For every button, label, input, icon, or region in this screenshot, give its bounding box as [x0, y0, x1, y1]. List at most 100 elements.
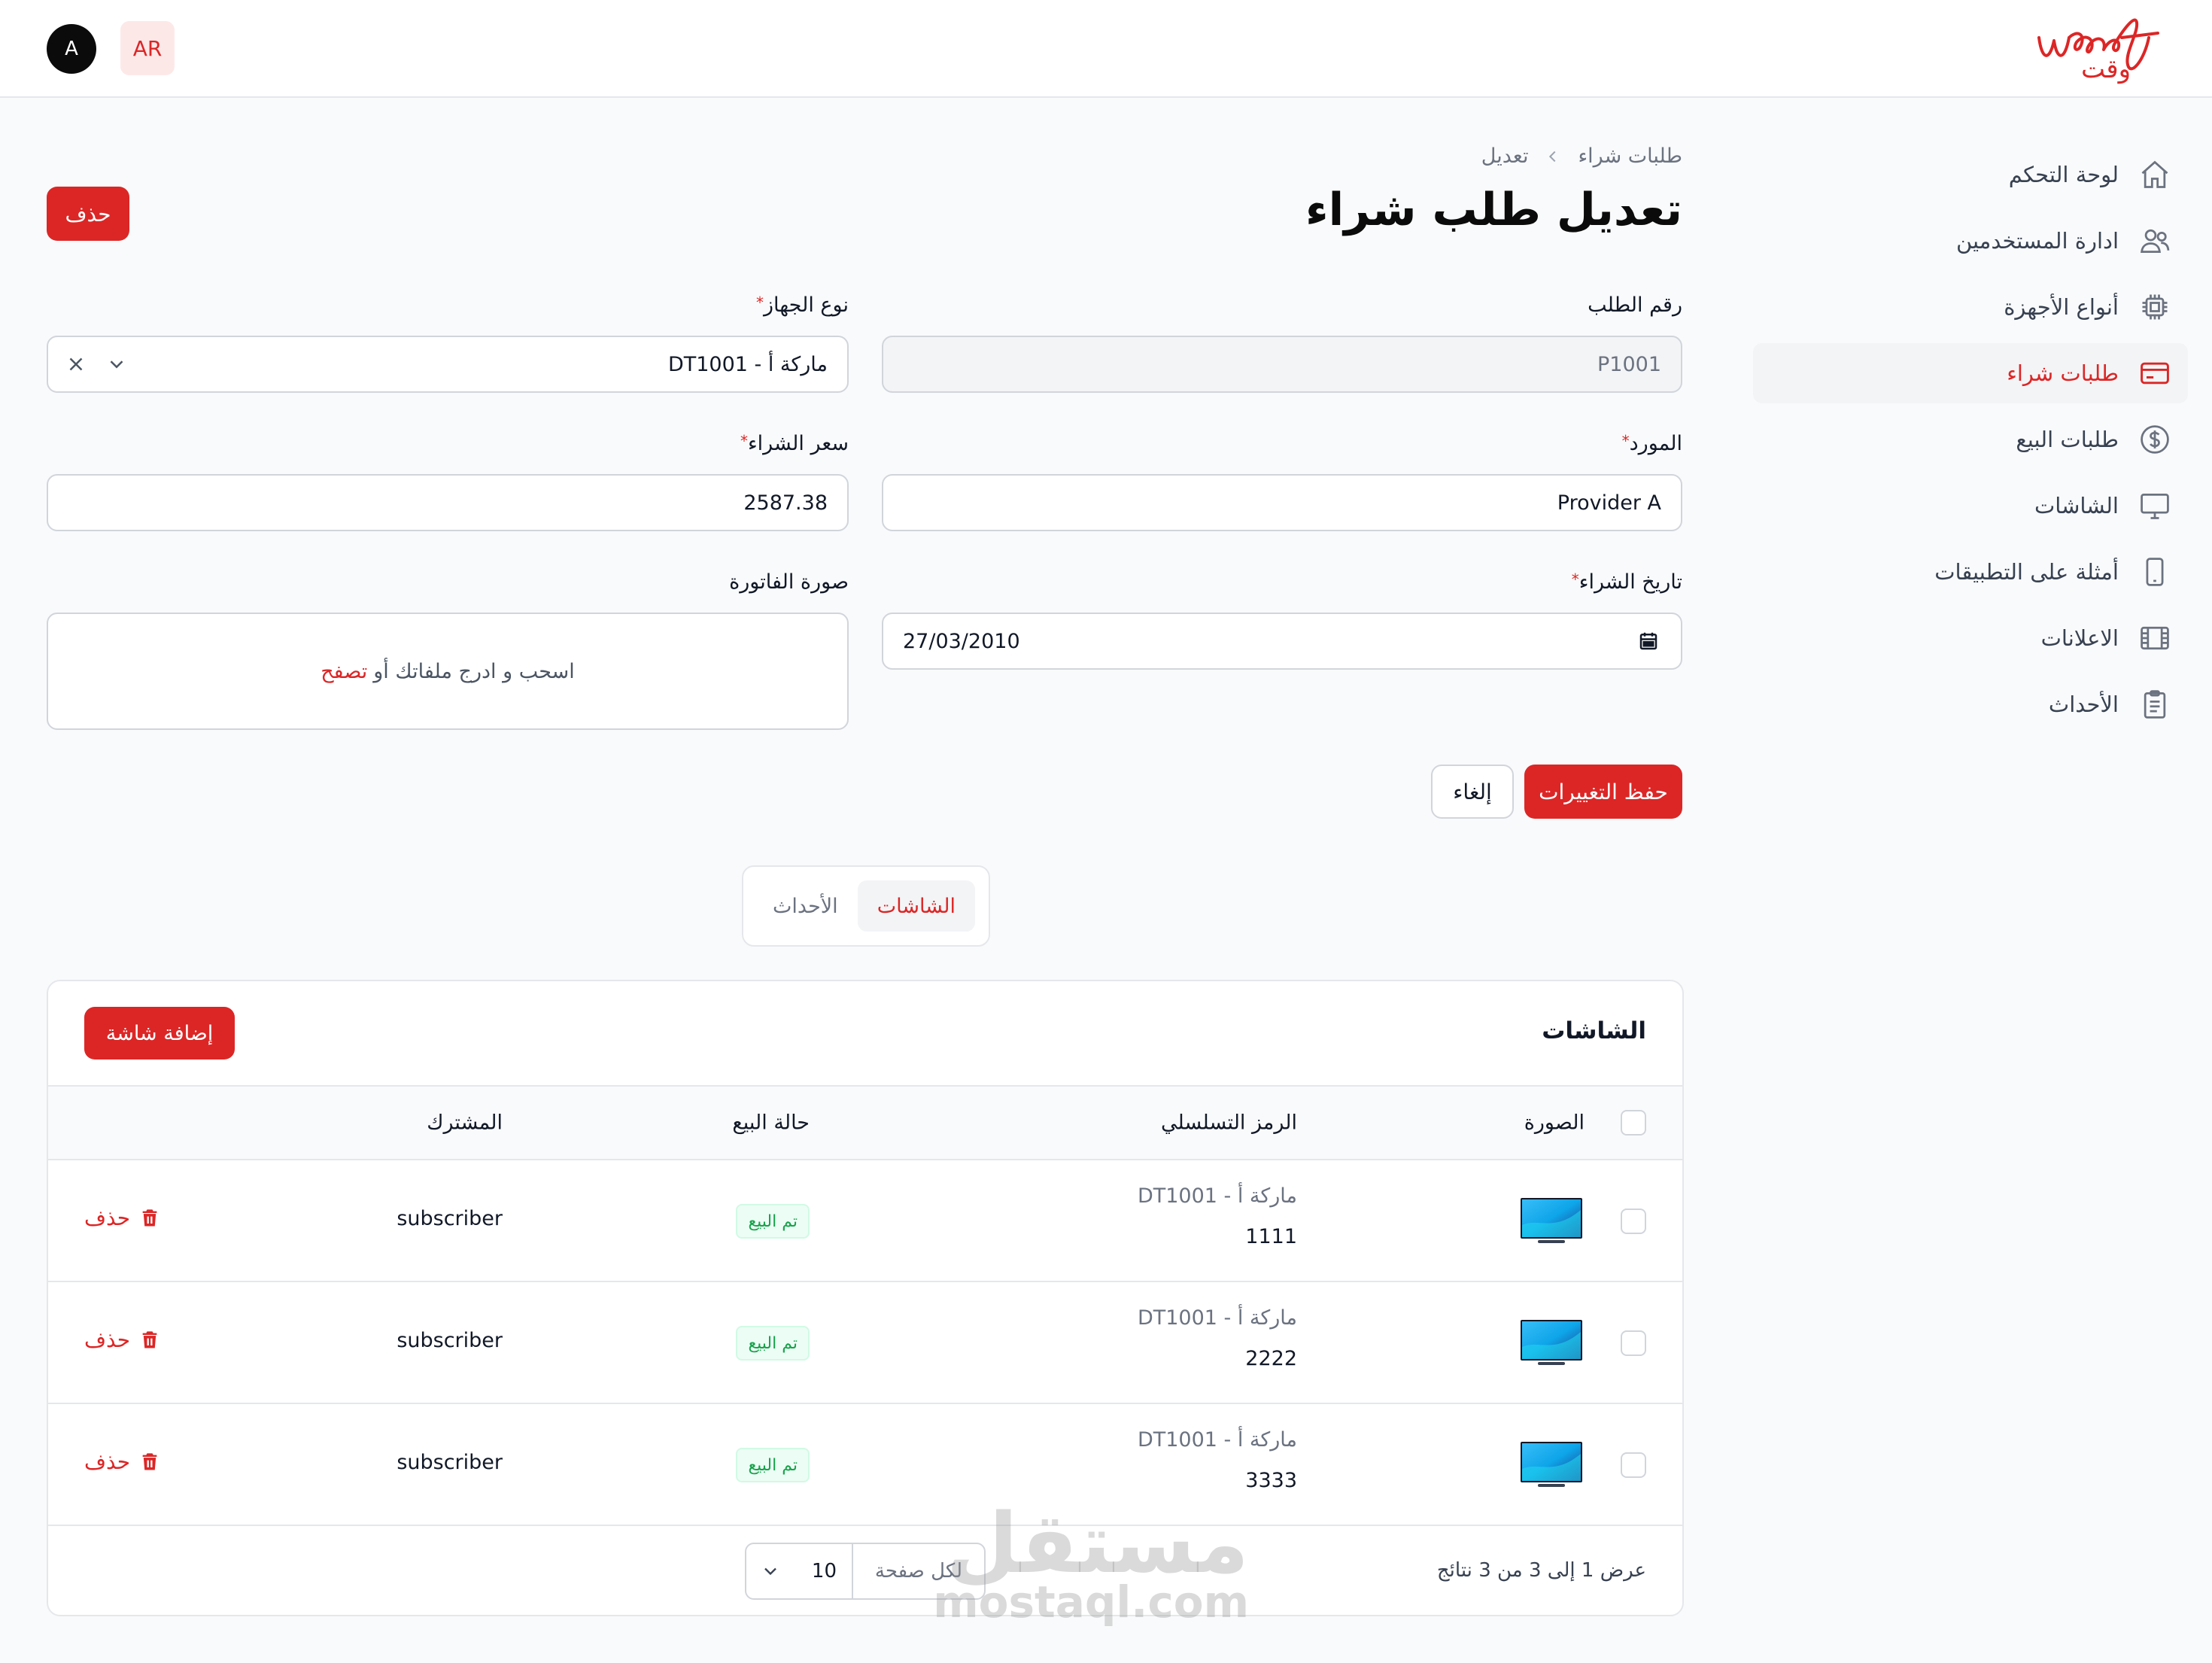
delete-order-button[interactable]: حذف: [47, 187, 129, 241]
row-delete-button[interactable]: حذف: [84, 1327, 160, 1352]
invoice-dropzone[interactable]: اسحب و ادرج ملفاتك أو تصفح: [47, 613, 849, 730]
column-subscriber: المشترك: [427, 1111, 503, 1135]
select-all-checkbox[interactable]: [1621, 1110, 1646, 1136]
sidebar-item-label: أمثلة على التطبيقات: [1934, 559, 2119, 585]
dropzone-text: اسحب و ادرج ملفاتك أو: [373, 659, 575, 683]
trash-icon: [142, 1452, 157, 1470]
film-icon: [2141, 626, 2169, 650]
device-type-label: نوع الجهاز*: [755, 293, 849, 317]
users-icon: [2141, 229, 2170, 254]
language-switch[interactable]: AR: [120, 21, 175, 75]
purchase-price-label: سعر الشراء*: [740, 432, 849, 455]
row-delete-button[interactable]: حذف: [84, 1449, 160, 1474]
credit-card-icon: [2141, 362, 2169, 385]
cancel-button[interactable]: إلغاء: [1431, 765, 1514, 819]
status-badge: تم البيع: [736, 1326, 810, 1360]
sidebar-item-ads[interactable]: الاعلانات: [1753, 608, 2188, 668]
sidebar-item-events[interactable]: الأحداث: [1753, 674, 2188, 734]
chevron-down-icon[interactable]: [105, 353, 128, 375]
sidebar-item-label: لوحة التحكم: [2008, 162, 2119, 187]
column-serial: الرمز التسلسلي: [1161, 1111, 1297, 1135]
tab-events[interactable]: الأحداث: [753, 880, 858, 932]
status-badge: تم البيع: [736, 1204, 810, 1239]
breadcrumb-parent[interactable]: طلبات شراء: [1578, 144, 1682, 168]
save-changes-button[interactable]: حفظ التغييرات: [1524, 765, 1682, 819]
table-header: الصورة الرمز التسلسلي حالة البيع المشترك: [48, 1085, 1682, 1160]
order-number-label: رقم الطلب: [1588, 293, 1682, 317]
sidebar-item-label: الشاشات: [2034, 493, 2119, 518]
row-checkbox[interactable]: [1621, 1208, 1646, 1234]
serial-number: 1111: [1245, 1225, 1297, 1248]
sidebar-item-label: ادارة المستخدمين: [1955, 228, 2119, 254]
tv-thumbnail-icon: [1521, 1198, 1582, 1243]
sidebar-item-label: الأحداث: [2048, 692, 2119, 717]
invoice-image-label: صورة الفاتورة: [729, 570, 849, 594]
sidebar-item-label: أنواع الأجهزة: [2004, 294, 2119, 320]
sidebar-item-users[interactable]: ادارة المستخدمين: [1753, 211, 2188, 271]
trash-icon: [142, 1208, 157, 1226]
column-sale-status: حالة البيع: [732, 1111, 810, 1135]
serial-number: 2222: [1245, 1347, 1297, 1370]
row-checkbox[interactable]: [1621, 1452, 1646, 1478]
brand-logo[interactable]: وقت: [2031, 8, 2161, 90]
calendar-icon[interactable]: [1637, 630, 1660, 652]
device-type-select[interactable]: ماركة أ - DT1001: [47, 336, 849, 393]
status-badge: تم البيع: [736, 1448, 810, 1482]
table-row: ماركة أ - DT1001 2222 تم البيع subscribe…: [48, 1282, 1682, 1404]
sidebar-item-dashboard[interactable]: لوحة التحكم: [1753, 144, 2188, 205]
trash-icon: [142, 1330, 157, 1348]
pagination-summary: عرض 1 إلى 3 من 3 نتائج: [1436, 1559, 1646, 1582]
screens-card: الشاشات إضافة شاشة الصورة الرمز التسلسلي…: [47, 980, 1684, 1616]
per-page-value: 10: [811, 1560, 837, 1582]
sidebar-item-sales-orders[interactable]: طلبات البيع: [1753, 409, 2188, 470]
sidebar-item-label: الاعلانات: [2040, 625, 2119, 651]
purchase-date-input[interactable]: 27/03/2010: [882, 613, 1682, 670]
tv-thumbnail-icon: [1521, 1442, 1582, 1487]
top-bar: وقت AR A: [0, 0, 2212, 98]
subscriber-name: subscriber: [397, 1451, 503, 1474]
sidebar-item-purchase-orders[interactable]: طلبات شراء: [1753, 343, 2188, 403]
monitor-icon: [2141, 493, 2169, 519]
column-image: الصورة: [1524, 1111, 1585, 1135]
order-number-field[interactable]: P1001: [882, 336, 1682, 393]
sidebar-item-label: طلبات شراء: [2007, 360, 2119, 386]
table-row: ماركة أ - DT1001 1111 تم البيع subscribe…: [48, 1160, 1682, 1282]
logo-arabic-text: وقت: [2080, 54, 2131, 84]
device-name: ماركة أ - DT1001: [1137, 1428, 1297, 1452]
sidebar-item-app-examples[interactable]: أمثلة على التطبيقات: [1753, 542, 2188, 602]
sidebar-item-label: طلبات البيع: [2016, 427, 2119, 452]
sidebar: لوحة التحكم ادارة المستخدمين أنواع الأجه…: [1753, 98, 2212, 1663]
chevron-down-icon: [764, 1567, 776, 1576]
breadcrumb-current: تعديل: [1481, 144, 1529, 168]
device-name: ماركة أ - DT1001: [1137, 1184, 1297, 1208]
clear-icon[interactable]: [65, 353, 87, 375]
per-page-select[interactable]: لكل صفحة 10: [745, 1543, 986, 1600]
device-type-value: ماركة أ - DT1001: [667, 352, 828, 376]
subscriber-name: subscriber: [397, 1329, 503, 1352]
table-row: ماركة أ - DT1001 3333 تم البيع subscribe…: [48, 1404, 1682, 1526]
phone-icon: [2146, 558, 2164, 586]
row-checkbox[interactable]: [1621, 1330, 1646, 1356]
browse-link[interactable]: تصفح: [321, 660, 367, 683]
per-page-label: لكل صفحة: [852, 1544, 984, 1598]
sidebar-item-device-types[interactable]: أنواع الأجهزة: [1753, 277, 2188, 337]
tab-screens[interactable]: الشاشات: [857, 880, 975, 932]
purchase-price-input[interactable]: 2587.38: [47, 474, 849, 531]
purchase-date-label: تاريخ الشراء*: [1571, 570, 1682, 594]
row-delete-button[interactable]: حذف: [84, 1205, 160, 1230]
provider-input[interactable]: Provider A: [882, 474, 1682, 531]
serial-number: 3333: [1245, 1469, 1297, 1492]
page-title: تعديل طلب شراء: [1305, 184, 1682, 236]
card-title: الشاشات: [1542, 1017, 1646, 1044]
chip-icon: [2142, 294, 2168, 320]
chevron-left-icon: [1549, 150, 1556, 162]
sidebar-item-screens[interactable]: الشاشات: [1753, 476, 2188, 536]
breadcrumb: طلبات شراء تعديل: [1481, 144, 1682, 168]
provider-label: المورد*: [1621, 432, 1682, 455]
user-avatar[interactable]: A: [47, 24, 96, 74]
add-screen-button[interactable]: إضافة شاشة: [84, 1007, 235, 1060]
tabs: الشاشات الأحداث: [742, 865, 990, 947]
tv-thumbnail-icon: [1521, 1320, 1582, 1365]
dollar-icon: [2141, 425, 2169, 454]
subscriber-name: subscriber: [397, 1207, 503, 1230]
